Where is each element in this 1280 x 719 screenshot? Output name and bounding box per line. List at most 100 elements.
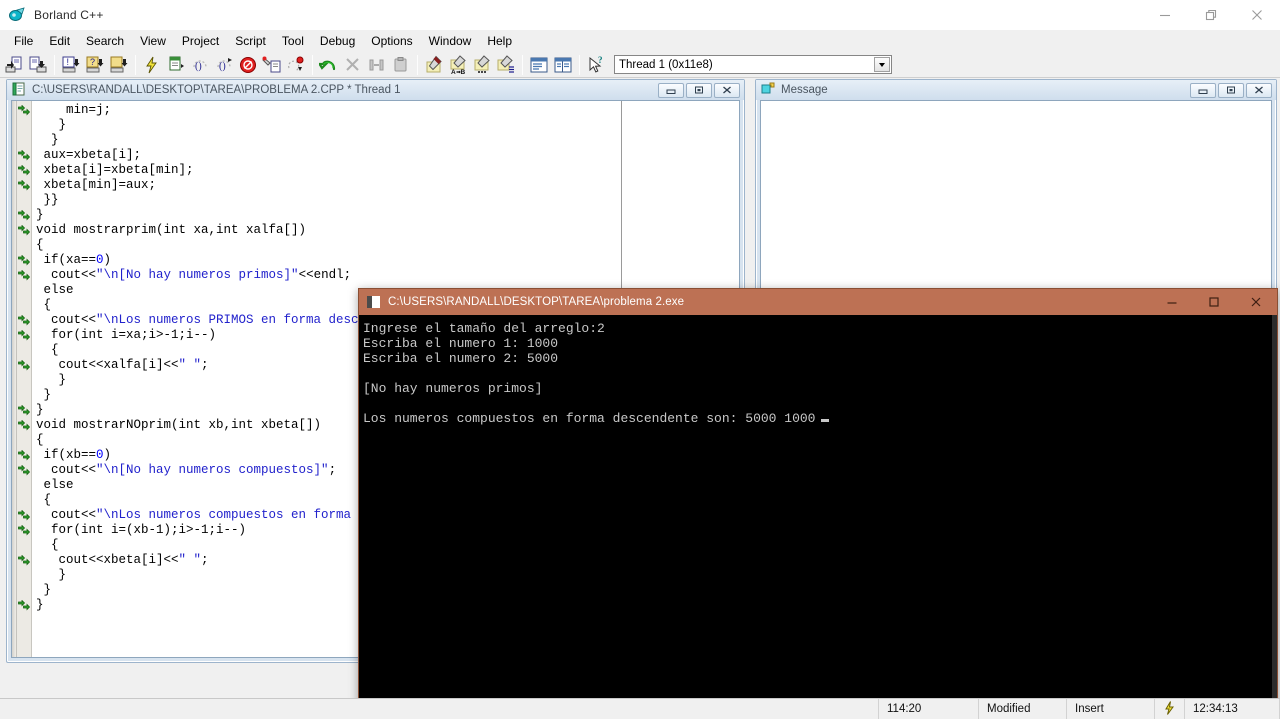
lightning-icon — [1163, 700, 1176, 718]
menu-debug[interactable]: Debug — [312, 32, 363, 50]
borland-app-icon — [8, 6, 26, 24]
find-next-button[interactable] — [470, 53, 494, 77]
undo-button[interactable] — [317, 53, 341, 77]
message-window-button[interactable] — [527, 53, 551, 77]
menu-script[interactable]: Script — [227, 32, 274, 50]
compile-button[interactable] — [140, 53, 164, 77]
window-minimize-button[interactable] — [1142, 0, 1188, 30]
window-close-button[interactable] — [1234, 0, 1280, 30]
message-close-button[interactable] — [1246, 82, 1272, 98]
chevron-down-icon[interactable] — [874, 57, 890, 72]
editor-gutter[interactable] — [12, 101, 32, 657]
run-button[interactable]: () — [188, 53, 212, 77]
debug-marker-icon[interactable] — [18, 359, 31, 371]
paste-button[interactable] — [389, 53, 413, 77]
build-button[interactable] — [164, 53, 188, 77]
menu-help[interactable]: Help — [479, 32, 520, 50]
source-file-icon — [12, 82, 26, 99]
find-button[interactable] — [422, 53, 446, 77]
debug-marker-icon[interactable] — [18, 404, 31, 416]
debug-marker-icon[interactable] — [18, 104, 31, 116]
editor-window-titlebar[interactable]: C:\USERS\RANDALL\DESKTOP\TAREA\PROBLEMA … — [7, 80, 744, 100]
menu-window[interactable]: Window — [421, 32, 480, 50]
find-options-button[interactable] — [494, 53, 518, 77]
message-minimize-button[interactable] — [1190, 82, 1216, 98]
code-line: aux=xbeta[i]; — [36, 148, 142, 162]
debug-marker-icon[interactable] — [18, 269, 31, 281]
breakpoint-button[interactable] — [260, 53, 284, 77]
code-line: }} — [36, 193, 59, 207]
message-window-icon — [761, 82, 775, 99]
toolbar-group-file — [2, 53, 50, 77]
editor-maximize-button[interactable] — [686, 82, 712, 98]
debug-marker-icon[interactable] — [18, 464, 31, 476]
console-maximize-button[interactable] — [1193, 289, 1235, 315]
debug-marker-icon[interactable] — [18, 509, 31, 521]
code-line: if(xa==0) — [36, 253, 112, 267]
context-help-button[interactable]: ? — [584, 53, 608, 77]
toolbar-separator — [54, 54, 55, 75]
cut-button[interactable] — [341, 53, 365, 77]
debug-marker-icon[interactable] — [18, 524, 31, 536]
menu-view[interactable]: View — [132, 32, 174, 50]
toolbar-group-project: ! ? — [59, 53, 131, 77]
console-line: [No hay numeros primos] — [363, 381, 543, 396]
save-project-button[interactable] — [107, 53, 131, 77]
menu-file[interactable]: File — [6, 32, 41, 50]
console-titlebar[interactable]: C:\USERS\RANDALL\DESKTOP\TAREA\problema … — [359, 289, 1277, 315]
toolbar-separator — [135, 54, 136, 75]
menu-edit[interactable]: Edit — [41, 32, 78, 50]
new-project-button[interactable]: ! — [59, 53, 83, 77]
message-window-controls — [1190, 82, 1276, 98]
debug-marker-icon[interactable] — [18, 554, 31, 566]
borland-cpp-window: Borland C++ File Edit Search View Projec… — [0, 0, 1280, 719]
toolbar-group-windows — [527, 53, 575, 77]
debug-marker-icon[interactable] — [18, 314, 31, 326]
editor-close-button[interactable] — [714, 82, 740, 98]
step-button[interactable]: () — [212, 53, 236, 77]
code-line: void mostrarprim(int xa,int xalfa[]) — [36, 223, 307, 237]
menu-search[interactable]: Search — [78, 32, 132, 50]
open-project-button[interactable]: ? — [83, 53, 107, 77]
console-line: Los numeros compuestos en forma descende… — [363, 411, 1277, 426]
debug-marker-icon[interactable] — [18, 254, 31, 266]
save-file-button[interactable] — [26, 53, 50, 77]
window-restore-button[interactable] — [1188, 0, 1234, 30]
toolbar: ! ? () () A B ? Thread 1 (0x11e8) — [0, 52, 1280, 78]
message-window-titlebar[interactable]: Message — [756, 80, 1276, 100]
copy-button[interactable] — [365, 53, 389, 77]
toolbar-group-find: A B — [422, 53, 518, 77]
debug-marker-icon[interactable] — [18, 209, 31, 221]
svg-text:B: B — [461, 69, 466, 75]
menu-project[interactable]: Project — [174, 32, 227, 50]
message-maximize-button[interactable] — [1218, 82, 1244, 98]
console-line: Escriba el numero 2: 5000 — [363, 351, 559, 366]
debug-marker-icon[interactable] — [18, 599, 31, 611]
statusbar-modified-state: Modified — [979, 699, 1067, 719]
thread-select[interactable]: Thread 1 (0x11e8) — [614, 55, 892, 74]
debug-marker-icon[interactable] — [18, 329, 31, 341]
debug-marker-icon[interactable] — [18, 449, 31, 461]
console-close-button[interactable] — [1235, 289, 1277, 315]
replace-button[interactable]: A B — [446, 53, 470, 77]
debug-marker-icon[interactable] — [18, 419, 31, 431]
statusbar-spacer — [0, 699, 879, 719]
open-file-button[interactable] — [2, 53, 26, 77]
toolbar-separator — [522, 54, 523, 75]
debug-marker-icon[interactable] — [18, 149, 31, 161]
menu-options[interactable]: Options — [363, 32, 420, 50]
debug-marker-icon[interactable] — [18, 164, 31, 176]
code-line: } — [36, 118, 67, 132]
console-output[interactable]: Ingrese el tamaño del arreglo:2 Escriba e… — [359, 315, 1277, 698]
menu-tool[interactable]: Tool — [274, 32, 312, 50]
editor-minimize-button[interactable] — [658, 82, 684, 98]
debug-marker-icon[interactable] — [18, 224, 31, 236]
watch-button[interactable] — [284, 53, 308, 77]
stop-button[interactable] — [236, 53, 260, 77]
console-scrollbar[interactable] — [1272, 315, 1277, 698]
debug-marker-icon[interactable] — [18, 179, 31, 191]
code-line: } — [36, 208, 44, 222]
console-minimize-button[interactable] — [1151, 289, 1193, 315]
project-window-button[interactable] — [551, 53, 575, 77]
